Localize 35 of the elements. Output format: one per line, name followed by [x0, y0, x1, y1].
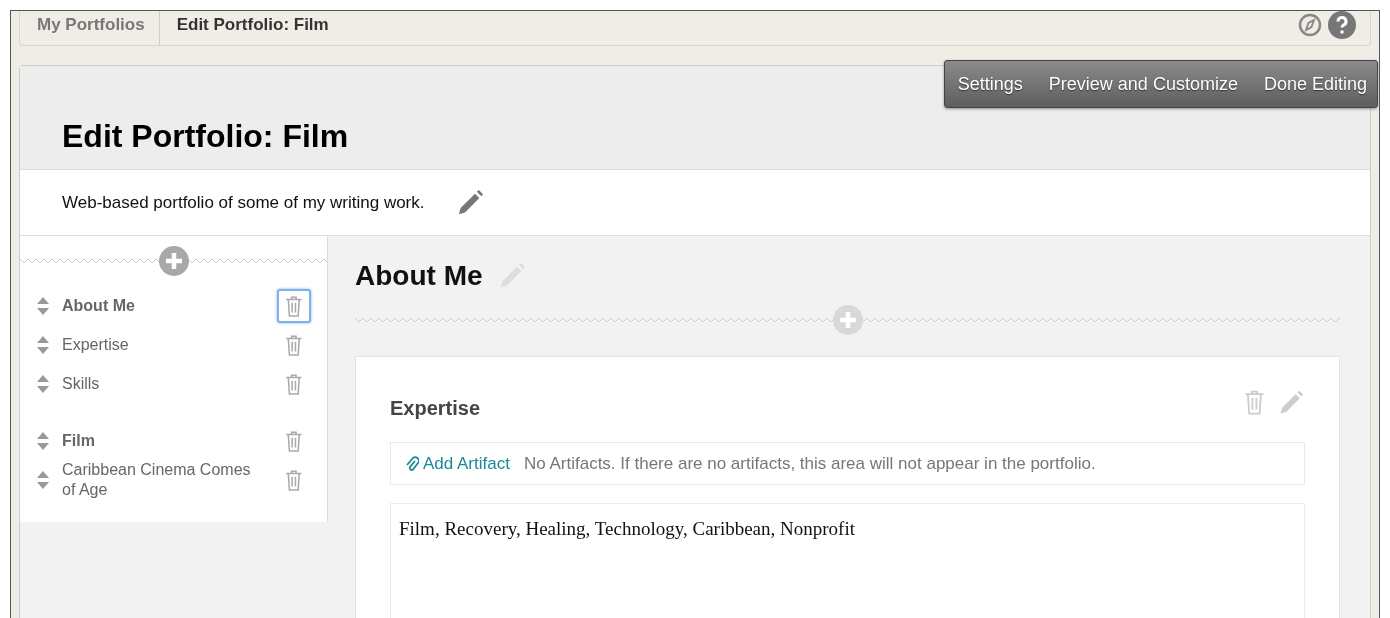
breadcrumb-link[interactable]: Edit Portfolio: Film [159, 11, 343, 45]
sidebar-item[interactable]: Skills [62, 373, 277, 394]
sort-handle-icon[interactable] [36, 430, 50, 451]
trash-icon [285, 294, 303, 317]
artifacts-note: No Artifacts. If there are no artifacts, this area will not appear in the portfolio. [523, 453, 1096, 474]
toolbar-button[interactable]: Settings [957, 73, 1023, 95]
page-title: Edit Portfolio: Film [62, 118, 349, 155]
delete-button[interactable] [277, 288, 311, 323]
trash-icon [285, 429, 303, 452]
paperclip-icon [405, 454, 419, 473]
portfolio-description: Web-based portfolio of some of my writing work. [62, 192, 425, 213]
sidebar-item[interactable]: About Me [62, 295, 277, 316]
block-title: Expertise [390, 397, 481, 420]
sidebar-item[interactable]: Caribbean Cinema Comes of Age [62, 460, 277, 500]
section-title: About Me [355, 260, 483, 292]
add-icon[interactable] [831, 304, 864, 336]
trash-icon [285, 469, 303, 491]
sort-handle-icon[interactable] [36, 334, 50, 355]
body-text: Film, Recovery, Healing, Technology, Caribbean, Nonprofit [399, 518, 855, 539]
trash-icon [285, 372, 303, 395]
sidebar-item[interactable]: Expertise [62, 334, 277, 355]
add-icon[interactable] [157, 245, 190, 277]
sort-handle-icon[interactable] [36, 373, 50, 394]
breadcrumb-link[interactable]: My Portfolios [20, 11, 160, 45]
text-area[interactable]: Film, Recovery, Healing, Technology, Caribbean, Nonprofit [390, 503, 1305, 618]
toolbar-button[interactable]: Done Editing [1263, 73, 1367, 95]
toolbar-button[interactable]: Preview and Customize [1048, 73, 1238, 95]
sort-handle-icon[interactable] [36, 470, 50, 490]
sort-handle-icon[interactable] [36, 295, 50, 316]
trash-icon [1244, 388, 1265, 415]
compass-icon[interactable] [1298, 13, 1322, 37]
add-artifact-link[interactable]: Add Artifact [405, 453, 510, 474]
help-icon[interactable] [1328, 11, 1356, 39]
sidebar-item[interactable]: Film [62, 430, 277, 451]
trash-icon [285, 333, 303, 356]
